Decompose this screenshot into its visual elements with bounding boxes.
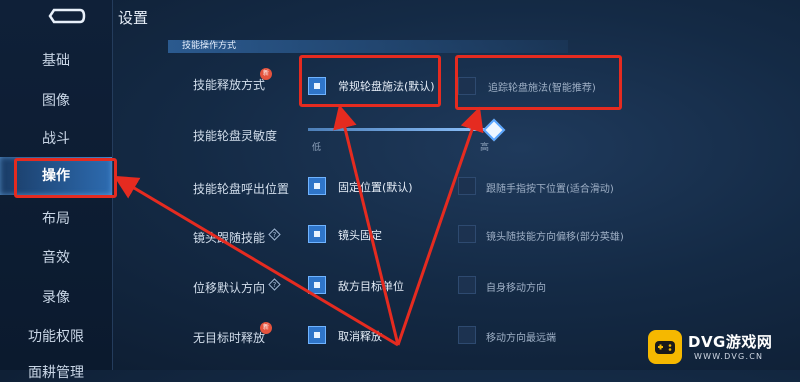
slider-min-label: 低 — [312, 143, 322, 153]
checkbox-enemy-target[interactable] — [308, 276, 326, 294]
sensitivity-slider-thumb[interactable] — [482, 118, 506, 142]
option-label-enemy-target: 敌方目标单位 — [338, 280, 404, 293]
checkbox-self-move[interactable] — [458, 276, 476, 294]
watermark-logo-icon — [648, 330, 682, 364]
row-label-wheel-position: 技能轮盘呼出位置 — [193, 182, 290, 196]
checkbox-farthest-point[interactable] — [458, 326, 476, 344]
checkbox-fixed-position[interactable] — [308, 177, 326, 195]
sidebar-item-sound[interactable]: 音效 — [0, 247, 112, 267]
row-label-skill-cast-mode: 技能释放方式 — [193, 78, 266, 92]
arrow-to-controls — [113, 175, 399, 347]
row-label-dash-direction: 位移默认方向 — [193, 281, 266, 295]
section-header: 技能操作方式 — [168, 40, 568, 53]
option-label-fixed-position: 固定位置(默认) — [338, 181, 413, 194]
svg-text:?: ? — [273, 281, 277, 289]
checkbox-cancel-cast[interactable] — [308, 326, 326, 344]
svg-text:?: ? — [273, 231, 277, 239]
row-label-camera-follow: 镜头跟随技能 — [193, 231, 266, 245]
sidebar-item-graphics[interactable]: 图像 — [0, 90, 112, 110]
help-icon[interactable]: ? — [268, 228, 281, 241]
option-label-follow-finger: 跟随手指按下位置(适合滑动) — [486, 184, 614, 195]
slider-max-label: 高 — [480, 143, 490, 153]
highlight-box-controls — [14, 158, 117, 198]
highlight-box-tracking-wheel — [455, 55, 622, 110]
watermark-text: DVG游戏网 — [688, 333, 773, 351]
help-icon[interactable]: ? — [268, 278, 281, 291]
highlight-box-standard-wheel — [299, 55, 441, 107]
option-label-camera-offset: 镜头随技能方向偏移(部分英雄) — [486, 232, 624, 243]
sidebar-item-replay[interactable]: 录像 — [0, 287, 112, 307]
back-icon[interactable] — [48, 8, 86, 24]
option-label-cancel-cast: 取消释放 — [338, 330, 382, 343]
watermark-url: WWW.DVG.CN — [694, 352, 764, 361]
new-badge: 新 — [260, 322, 272, 334]
watermark: DVG游戏网 WWW.DVG.CN — [648, 327, 798, 367]
checkbox-camera-fixed[interactable] — [308, 225, 326, 243]
sidebar-item-more[interactable]: 面耕管理 — [0, 362, 112, 382]
row-label-wheel-sensitivity: 技能轮盘灵敏度 — [193, 129, 278, 143]
sidebar-item-basic[interactable]: 基础 — [0, 50, 112, 70]
option-label-camera-fixed: 镜头固定 — [338, 229, 382, 242]
sidebar-item-layout[interactable]: 布局 — [0, 208, 112, 228]
checkbox-camera-offset[interactable] — [458, 225, 476, 243]
page-title: 设置 — [118, 9, 149, 27]
option-label-self-move: 自身移动方向 — [486, 283, 546, 294]
sidebar-item-combat[interactable]: 战斗 — [0, 128, 112, 148]
option-label-farthest-point: 移动方向最远端 — [486, 333, 556, 344]
new-badge: 新 — [260, 68, 272, 80]
sensitivity-slider-track[interactable] — [308, 128, 493, 131]
row-label-no-target-cast: 无目标时释放 — [193, 331, 266, 345]
checkbox-follow-finger[interactable] — [458, 177, 476, 195]
sidebar-item-permissions[interactable]: 功能权限 — [0, 326, 112, 346]
